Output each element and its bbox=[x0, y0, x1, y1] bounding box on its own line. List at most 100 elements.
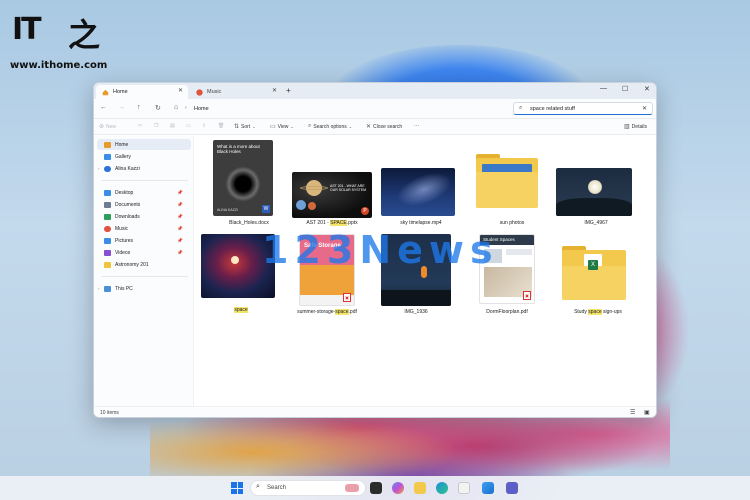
view-icon: ▭ bbox=[270, 124, 276, 130]
sidebar-item-desktop[interactable]: Desktop 📌 bbox=[97, 187, 191, 198]
chevron-right-icon[interactable]: › bbox=[98, 166, 100, 171]
sidebar-item-videos[interactable]: Videos 📌 bbox=[97, 247, 191, 258]
pdf-icon: ▣ bbox=[343, 293, 351, 302]
file-thumbnail: AST 201 - WHAT ARE OUR SOLAR SYSTEM P bbox=[292, 172, 372, 218]
star-image bbox=[231, 256, 239, 264]
planet-image bbox=[296, 200, 306, 210]
teams-icon[interactable] bbox=[506, 482, 518, 494]
share-icon[interactable]: ⇪ bbox=[202, 123, 206, 129]
text-lines bbox=[506, 249, 532, 255]
paste-icon[interactable]: ▤ bbox=[170, 123, 175, 129]
maximize-icon[interactable]: ☐ bbox=[622, 85, 628, 93]
details-button[interactable]: ▥ Details bbox=[624, 123, 647, 131]
close-search-button[interactable]: ✕ Close search bbox=[366, 123, 402, 131]
details-icon: ▥ bbox=[624, 124, 630, 130]
cut-icon[interactable]: ✂ bbox=[138, 123, 142, 129]
chevron-right-icon: › bbox=[185, 105, 187, 111]
command-bar: ⊕ New ✂ ❐ ▤ ▭ ⇪ 🗑 ⇅ Sort ⌄ ▭ View ⌄ ⌕ Se… bbox=[94, 119, 656, 135]
chevron-down-icon: ⌄ bbox=[348, 124, 353, 129]
breadcrumb[interactable]: Home bbox=[194, 103, 504, 115]
sidebar-item-onedrive[interactable]: › Alina Kazzi bbox=[97, 163, 191, 174]
pin-icon: 📌 bbox=[177, 237, 183, 243]
music-icon bbox=[104, 225, 111, 232]
pictures-icon bbox=[104, 237, 111, 244]
close-tab-icon[interactable]: ✕ bbox=[178, 87, 183, 94]
thumbnail-author: ALINA KAZZI bbox=[217, 208, 238, 212]
sidebar-item-pictures[interactable]: Pictures 📌 bbox=[97, 235, 191, 246]
watermark: 123News bbox=[262, 228, 499, 272]
tiles-view-icon[interactable]: ▣ bbox=[644, 409, 650, 416]
file-explorer-icon[interactable] bbox=[414, 482, 426, 494]
status-bar: 10 items ☰ ▣ bbox=[94, 406, 656, 417]
photos-icon[interactable] bbox=[482, 482, 494, 494]
milky-way-image bbox=[387, 168, 455, 214]
taskbar-search[interactable]: ⌕ Search bbox=[250, 480, 366, 496]
new-button[interactable]: ⊕ New bbox=[99, 123, 116, 131]
search-options-button[interactable]: ⌕ Search options ⌄ bbox=[308, 123, 352, 130]
tab-music[interactable]: Music ✕ bbox=[190, 85, 282, 99]
tab-home[interactable]: Home ✕ bbox=[96, 85, 188, 99]
videos-icon bbox=[104, 249, 111, 256]
powerpoint-icon: P bbox=[361, 207, 369, 215]
rename-icon[interactable]: ▭ bbox=[186, 123, 191, 129]
store-icon[interactable] bbox=[458, 482, 470, 494]
navigation-pane: Home Gallery › Alina Kazzi Desktop 📌 Doc… bbox=[94, 136, 194, 406]
home-crumb-icon[interactable]: ⌂ bbox=[174, 104, 178, 111]
sidebar-item-documents[interactable]: Documents 📌 bbox=[97, 199, 191, 210]
black-hole-image bbox=[225, 166, 261, 202]
file-name: IMG_4967 bbox=[584, 220, 608, 226]
forward-icon[interactable]: → bbox=[118, 104, 125, 111]
sort-button[interactable]: ⇅ Sort ⌄ bbox=[234, 123, 256, 131]
task-view-icon[interactable] bbox=[370, 482, 382, 494]
onedrive-icon bbox=[104, 165, 111, 172]
saturn-ring bbox=[300, 186, 328, 190]
refresh-icon[interactable]: ↻ bbox=[155, 104, 161, 112]
planet-image bbox=[308, 202, 316, 210]
search-input[interactable]: ⌕ space related stuff ✕ bbox=[513, 102, 653, 115]
edge-icon[interactable] bbox=[436, 482, 448, 494]
folder-icon bbox=[104, 261, 111, 268]
minimize-icon[interactable]: — bbox=[600, 85, 607, 92]
delete-icon[interactable]: 🗑 bbox=[218, 123, 224, 129]
sidebar-item-downloads[interactable]: Downloads 📌 bbox=[97, 211, 191, 222]
back-icon[interactable]: ← bbox=[100, 104, 107, 111]
file-name: space bbox=[234, 307, 248, 313]
site-url: www.ithome.com bbox=[10, 60, 108, 71]
windows-start-icon[interactable] bbox=[231, 482, 243, 494]
thumbnail-title: What is a more about Black Holes bbox=[217, 144, 260, 155]
pin-icon: 📌 bbox=[177, 201, 183, 207]
close-tab-icon[interactable]: ✕ bbox=[272, 87, 277, 94]
sidebar-item-astronomy-201[interactable]: Astronomy 201 bbox=[97, 259, 191, 270]
add-icon: ⊕ bbox=[99, 124, 105, 130]
pin-icon: 📌 bbox=[177, 189, 183, 195]
close-icon: ✕ bbox=[366, 124, 372, 130]
up-icon[interactable]: ↑ bbox=[137, 104, 141, 111]
music-icon bbox=[196, 88, 203, 96]
clear-search-icon[interactable]: ✕ bbox=[642, 105, 647, 112]
search-value: space related stuff bbox=[530, 105, 575, 112]
new-tab-button[interactable]: + bbox=[286, 86, 291, 95]
close-window-icon[interactable]: ✕ bbox=[644, 85, 650, 93]
sidebar-item-music[interactable]: Music 📌 bbox=[97, 223, 191, 234]
pin-icon: 📌 bbox=[177, 225, 183, 231]
excel-icon: X bbox=[588, 260, 598, 270]
details-view-icon[interactable]: ☰ bbox=[630, 409, 635, 416]
more-options-button[interactable]: ··· bbox=[414, 123, 419, 129]
breadcrumb-home[interactable]: Home bbox=[194, 106, 209, 112]
documents-icon bbox=[104, 201, 111, 208]
sidebar-item-this-pc[interactable]: › This PC bbox=[97, 283, 191, 294]
search-options-icon: ⌕ bbox=[308, 123, 312, 129]
copy-icon[interactable]: ❐ bbox=[154, 123, 158, 129]
pin-icon: 📌 bbox=[177, 213, 183, 219]
sidebar-item-home[interactable]: Home bbox=[97, 139, 191, 150]
copilot-icon[interactable] bbox=[392, 482, 404, 494]
file-thumbnail: What is a more about Black Holes ALINA K… bbox=[213, 140, 273, 216]
sidebar-item-gallery[interactable]: Gallery bbox=[97, 151, 191, 162]
sort-icon: ⇅ bbox=[234, 124, 240, 130]
view-button[interactable]: ▭ View ⌄ bbox=[270, 123, 294, 131]
tab-label: Music bbox=[207, 89, 222, 95]
chevron-down-icon: ⌄ bbox=[290, 124, 294, 129]
chevron-right-icon[interactable]: › bbox=[98, 286, 100, 291]
sidebar-divider bbox=[102, 180, 188, 181]
home-icon bbox=[104, 141, 111, 148]
